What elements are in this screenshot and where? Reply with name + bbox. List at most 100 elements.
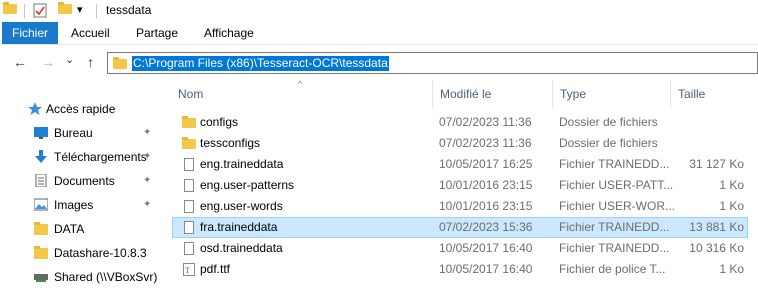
file-type: Dossier de fichiers	[559, 115, 658, 129]
file-size: 13 881 Ko	[689, 220, 744, 234]
sidebar-item-label: Documents	[54, 174, 115, 188]
file-modified: 10/01/2016 23:15	[439, 178, 533, 192]
file-modified: 10/01/2016 23:15	[439, 199, 533, 213]
folder-icon	[182, 116, 196, 128]
file-type: Fichier USER-PATT...	[559, 178, 674, 192]
file-type: Fichier de police T...	[559, 262, 666, 276]
file-name: configs	[200, 115, 239, 129]
sidebar-item-label: Accès rapide	[46, 102, 116, 116]
ribbon-tabs: Fichier Accueil Partage Affichage	[0, 22, 758, 45]
pin-icon[interactable]: ✦	[143, 127, 151, 138]
file-modified: 10/05/2017 16:40	[439, 241, 533, 255]
column-header-modified[interactable]: Modifié le	[432, 80, 552, 108]
forward-arrow-icon[interactable]: →	[41, 55, 55, 69]
file-size: 1 Ko	[719, 178, 744, 192]
file-row[interactable]: eng.user-words 10/01/2016 23:15 Fichier …	[172, 196, 748, 217]
file-name: pdf.ttf	[200, 262, 231, 276]
up-arrow-icon[interactable]: ↑	[87, 55, 94, 69]
sidebar-item-downloads[interactable]: Téléchargements ✦	[0, 146, 165, 168]
tab-view[interactable]: Affichage	[204, 22, 254, 44]
file-row[interactable]: osd.traineddata 10/05/2017 16:40 Fichier…	[172, 238, 748, 259]
file-modified: 07/02/2023 11:36	[439, 136, 532, 150]
sidebar-item-desktop[interactable]: Bureau ✦	[0, 122, 165, 144]
column-header-type[interactable]: Type	[552, 80, 670, 108]
sidebar-item-label: Datashare-10.8.3	[54, 246, 147, 260]
divider	[96, 4, 97, 18]
folder-icon	[113, 57, 127, 69]
file-name: tessconfigs	[200, 136, 261, 150]
sidebar-item-label: DATA	[54, 222, 85, 236]
address-text[interactable]: C:\Program Files (x86)\Tesseract-OCR\tes…	[132, 56, 389, 71]
file-type: Fichier USER-WOR...	[559, 199, 676, 213]
properties-icon[interactable]	[33, 3, 47, 18]
pin-icon[interactable]: ✦	[143, 151, 151, 162]
file-size: 10 316 Ko	[689, 241, 744, 255]
file-modified: 10/05/2017 16:40	[439, 262, 533, 276]
tab-file[interactable]: Fichier	[2, 22, 58, 44]
desktop-icon	[34, 127, 48, 139]
sidebar-item-label: Images	[54, 198, 94, 212]
file-name: fra.traineddata	[200, 220, 278, 234]
document-icon	[184, 242, 194, 255]
folder-icon	[34, 222, 48, 235]
title-bar: ▾ tessdata	[0, 0, 758, 22]
navigation-pane: Accès rapide Bureau ✦ Téléchargements ✦ …	[0, 90, 165, 284]
tab-home[interactable]: Accueil	[71, 22, 110, 44]
document-icon	[184, 179, 194, 192]
file-type: Fichier TRAINEDD...	[559, 220, 670, 234]
file-name: osd.traineddata	[200, 241, 283, 255]
customize-toolbar-icon[interactable]: ▾	[77, 3, 83, 16]
pin-icon[interactable]: ✦	[143, 175, 151, 186]
folder-icon	[182, 137, 196, 149]
column-headers: Nom Modifié le Type Taille	[170, 80, 758, 108]
file-modified: 07/02/2023 15:36	[439, 220, 533, 234]
file-size: 1 Ko	[719, 262, 744, 276]
sidebar-item-documents[interactable]: Documents ✦	[0, 170, 165, 192]
file-type: Fichier TRAINEDD...	[559, 157, 670, 171]
font-file-icon: T	[183, 263, 195, 276]
star-icon	[28, 102, 42, 115]
file-size: 31 127 Ko	[689, 157, 744, 171]
file-name: eng.traineddata	[200, 157, 284, 171]
back-arrow-icon[interactable]: ←	[13, 55, 27, 69]
file-modified: 07/02/2023 11:36	[439, 115, 532, 129]
sidebar-item-datashare[interactable]: Datashare-10.8.3	[0, 242, 165, 264]
network-drive-icon	[34, 274, 48, 282]
document-icon	[184, 221, 194, 234]
folder-icon	[34, 246, 48, 259]
file-name: eng.user-words	[200, 199, 283, 213]
sidebar-item-data[interactable]: DATA	[0, 218, 165, 240]
column-header-size[interactable]: Taille	[670, 80, 758, 108]
tab-share[interactable]: Partage	[136, 22, 178, 44]
document-icon	[184, 158, 194, 171]
file-row[interactable]: eng.user-patterns 10/01/2016 23:15 Fichi…	[172, 175, 748, 196]
column-header-name[interactable]: Nom	[170, 80, 432, 108]
file-row[interactable]: configs 07/02/2023 11:36 Dossier de fich…	[172, 112, 748, 133]
sidebar-item-label: Téléchargements	[54, 150, 147, 164]
svg-text:T: T	[185, 266, 190, 275]
file-size: 1 Ko	[719, 199, 744, 213]
document-icon	[184, 200, 194, 213]
pin-icon[interactable]: ✦	[143, 199, 151, 210]
file-type: Dossier de fichiers	[559, 136, 658, 150]
file-row[interactable]: eng.traineddata 10/05/2017 16:25 Fichier…	[172, 154, 748, 175]
file-type: Fichier TRAINEDD...	[559, 241, 670, 255]
file-row-selected[interactable]: fra.traineddata 07/02/2023 15:36 Fichier…	[172, 217, 748, 238]
sidebar-item-label: Shared (\\VBoxSvr)	[54, 270, 158, 284]
file-row[interactable]: T pdf.ttf 10/05/2017 16:40 Fichier de po…	[172, 259, 748, 280]
file-modified: 10/05/2017 16:25	[439, 157, 533, 171]
divider	[24, 4, 25, 18]
images-icon	[34, 198, 48, 211]
file-name: eng.user-patterns	[200, 178, 295, 192]
sidebar-item-shared[interactable]: Shared (\\VBoxSvr)	[0, 266, 165, 288]
sidebar-item-images[interactable]: Images ✦	[0, 194, 165, 216]
download-icon	[35, 150, 47, 163]
new-folder-icon[interactable]	[58, 2, 72, 14]
sidebar-item-label: Bureau	[54, 126, 93, 140]
sidebar-item-quick-access[interactable]: Accès rapide	[0, 98, 165, 120]
window-title: tessdata	[106, 3, 152, 17]
file-row[interactable]: tessconfigs 07/02/2023 11:36 Dossier de …	[172, 133, 748, 154]
address-bar[interactable]: C:\Program Files (x86)\Tesseract-OCR\tes…	[107, 52, 758, 74]
folder-icon	[3, 2, 17, 14]
recent-locations-icon[interactable]: ⌄	[65, 53, 74, 67]
